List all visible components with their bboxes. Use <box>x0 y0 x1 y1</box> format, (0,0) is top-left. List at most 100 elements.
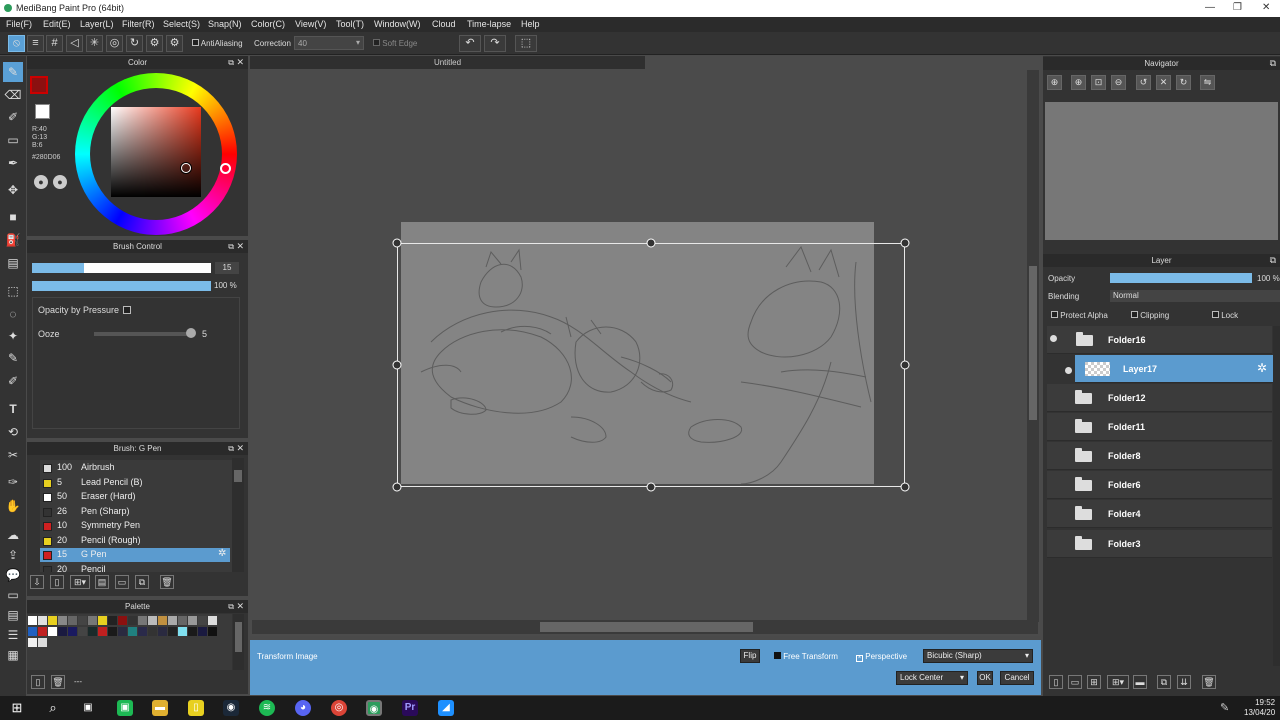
navigator-preview[interactable] <box>1045 102 1278 240</box>
fit-icon[interactable]: ⊡ <box>1091 75 1106 90</box>
brush-item-pencil[interactable]: 20 Pencil <box>40 563 230 572</box>
palette-swatch[interactable] <box>108 627 117 636</box>
new-brush-icon[interactable]: ▯ <box>50 575 64 589</box>
palette-swatch[interactable] <box>38 627 47 636</box>
scrollbar-thumb[interactable] <box>234 470 242 482</box>
new-palette-icon[interactable]: ▯ <box>31 675 45 689</box>
snap-off-icon[interactable]: ⦸ <box>8 35 25 52</box>
cancel-button[interactable]: Cancel <box>1000 671 1034 685</box>
chat-icon[interactable]: ▭ <box>3 585 23 605</box>
sticky-notes-icon[interactable]: ▯ <box>188 700 204 716</box>
gradient-tool-icon[interactable]: ▤ <box>3 253 23 273</box>
palette-swatch[interactable] <box>58 627 67 636</box>
size-slider[interactable] <box>32 263 211 273</box>
visibility-icon[interactable] <box>1050 335 1057 342</box>
palette-swatch[interactable] <box>78 627 87 636</box>
gear-icon[interactable]: ⚙ <box>166 35 183 52</box>
palette-swatch[interactable] <box>118 616 127 625</box>
brush-item-g-pen[interactable]: 15 G Pen ✲ <box>40 548 230 562</box>
palette-swatch[interactable] <box>158 616 167 625</box>
menu-select[interactable]: Select(S) <box>163 19 200 29</box>
merge-layer-icon[interactable]: ⇊ <box>1177 675 1191 689</box>
blending-select[interactable]: Normal <box>1110 290 1280 302</box>
transform-handle-top-left[interactable] <box>392 238 402 248</box>
cloud-icon[interactable]: ☁ <box>3 525 23 545</box>
duplicate-icon[interactable]: ⧉ <box>135 575 149 589</box>
menu-tool[interactable]: Tool(T) <box>336 19 364 29</box>
close-icon[interactable]: ✕ <box>236 56 244 69</box>
gear-icon[interactable]: ✲ <box>218 548 226 559</box>
background-color[interactable] <box>35 104 50 119</box>
menu-timelapse[interactable]: Time-lapse <box>467 19 511 29</box>
layer-row-folder11[interactable]: Folder11 <box>1047 413 1272 441</box>
premiere-icon[interactable]: Pr <box>402 700 418 716</box>
hue-cursor[interactable] <box>220 163 231 174</box>
canvas-vertical-scrollbar[interactable] <box>1027 70 1039 622</box>
layer-row-folder16[interactable]: Folder16 <box>1047 326 1272 354</box>
canvas-horizontal-scrollbar[interactable] <box>252 620 1038 634</box>
ok-button[interactable]: OK <box>977 671 993 685</box>
discord-icon[interactable]: ◕ <box>295 700 311 716</box>
palette-swatch[interactable] <box>188 627 197 636</box>
palette-swatch[interactable] <box>178 616 187 625</box>
scrollbar-thumb[interactable] <box>1029 266 1037 420</box>
settings-icon[interactable]: ⚙ <box>146 35 163 52</box>
palette-scrollbar[interactable] <box>233 614 244 670</box>
app-icon[interactable]: ▣ <box>117 700 133 716</box>
rotate-right-icon[interactable]: ↻ <box>1176 75 1191 90</box>
brush-tool-icon[interactable]: ✎ <box>3 62 23 82</box>
visibility-icon[interactable] <box>1065 367 1072 374</box>
float-icon[interactable]: ⧉ <box>228 56 234 69</box>
palette-swatch[interactable] <box>158 627 167 636</box>
free-transform-toggle[interactable]: Free Transform <box>774 652 838 661</box>
palette-swatch[interactable] <box>58 616 67 625</box>
move-tool-icon[interactable]: ✥ <box>3 180 23 200</box>
dot-tool-icon[interactable]: ✐ <box>3 107 23 127</box>
layer-row-layer17[interactable]: Layer17 ✲ <box>1075 355 1274 383</box>
interpolation-select[interactable]: Bicubic (Sharp) ▾ <box>923 649 1033 663</box>
close-icon[interactable]: ✕ <box>236 442 244 455</box>
menu-cloud[interactable]: Cloud <box>432 19 456 29</box>
undo-icon[interactable]: ↶ <box>459 35 481 52</box>
zoom-in-icon[interactable]: ⊕ <box>1071 75 1086 90</box>
saturation-value-square[interactable] <box>111 107 201 197</box>
scrollbar-thumb[interactable] <box>540 622 753 632</box>
foreground-color[interactable] <box>30 76 48 94</box>
clipping-checkbox[interactable] <box>1131 311 1138 318</box>
palette-swatch[interactable] <box>38 638 47 647</box>
brush-item-lead-pencil[interactable]: 5 Lead Pencil (B) <box>40 476 230 490</box>
operation-tool-icon[interactable]: ⟲ <box>3 422 23 442</box>
lock-center-select[interactable]: Lock Center ▾ <box>896 671 968 685</box>
palette-swatch[interactable] <box>28 616 37 625</box>
magic-wand-icon[interactable]: ✦ <box>3 326 23 346</box>
medibang-icon[interactable]: ◉ <box>366 700 382 716</box>
lock-toggle[interactable]: Lock <box>1212 311 1238 320</box>
sv-cursor[interactable] <box>181 163 191 173</box>
protect-alpha-toggle[interactable]: Protect Alpha <box>1051 311 1108 320</box>
clock[interactable]: 19:52 13/04/20 <box>1244 698 1275 718</box>
clipping-toggle[interactable]: Clipping <box>1131 311 1169 320</box>
add-layer-menu-icon[interactable]: ⊞▾ <box>1107 675 1129 689</box>
flip-button[interactable]: Flip <box>740 649 760 663</box>
zoom-in-icon[interactable]: ⊕ <box>1047 75 1062 90</box>
palette-swatch[interactable] <box>198 627 207 636</box>
duplicate-layer-icon[interactable]: ⧉ <box>1157 675 1171 689</box>
new-folder-icon[interactable]: ▬ <box>1133 675 1147 689</box>
brush-item-symmetry-pen[interactable]: 10 Symmetry Pen <box>40 519 230 533</box>
opacity-by-pressure-checkbox[interactable] <box>123 306 131 314</box>
grid-icon[interactable]: ▦ <box>3 645 23 665</box>
palette-swatch[interactable] <box>68 616 77 625</box>
perspective-checkbox[interactable]: × <box>856 655 863 662</box>
lock-checkbox[interactable] <box>1212 311 1219 318</box>
chrome-icon[interactable]: ◎ <box>331 700 347 716</box>
transform-handle-right[interactable] <box>900 360 910 370</box>
share-icon[interactable]: ⇪ <box>3 545 23 565</box>
minimize-icon[interactable]: — <box>1205 2 1215 13</box>
add-layer-icon[interactable]: ⊞ <box>1087 675 1101 689</box>
flip-horizontal-icon[interactable]: ⇋ <box>1200 75 1215 90</box>
hand-tool-icon[interactable]: ✋ <box>3 496 23 516</box>
palette-swatch[interactable] <box>88 627 97 636</box>
parallel-snap-icon[interactable]: ≡ <box>27 35 44 52</box>
transform-bounding-box[interactable] <box>397 243 905 487</box>
bucket-tool-icon[interactable]: ⛽ <box>3 230 23 250</box>
